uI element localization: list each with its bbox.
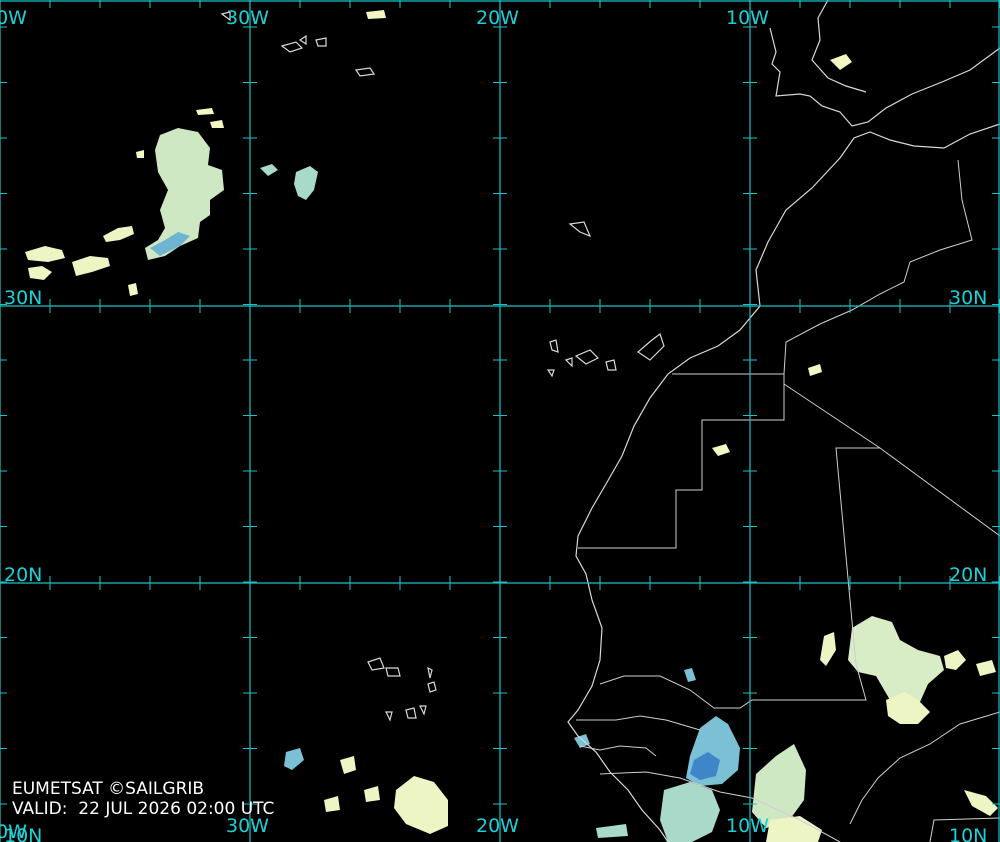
- lat-label-right-20n: 20N: [949, 564, 987, 586]
- lon-label-bottom-40w: 40W: [0, 821, 27, 842]
- lon-label-top-40w: 40W: [0, 7, 27, 29]
- credit-text: EUMETSAT ©SAILGRIB: [12, 779, 205, 799]
- lat-label-right-10n: 10N: [949, 825, 987, 842]
- lat-label-left-20n: 20N: [4, 564, 42, 586]
- lat-label-right-30n: 30N: [949, 287, 987, 309]
- lon-label-top-20w: 20W: [476, 7, 519, 29]
- satellite-map[interactable]: 40W 30W 20W 10W 30N 20N 10N 30N 20N 10N …: [0, 0, 1000, 842]
- lon-label-top-10w: 10W: [726, 7, 769, 29]
- lon-label-bottom-20w: 20W: [476, 815, 519, 837]
- valid-time-text: VALID: 22 JUL 2026 02:00 UTC: [12, 799, 275, 819]
- lon-label-top-30w: 30W: [226, 7, 269, 29]
- lat-label-left-30n: 30N: [4, 287, 42, 309]
- lon-label-bottom-10w: 10W: [726, 815, 769, 837]
